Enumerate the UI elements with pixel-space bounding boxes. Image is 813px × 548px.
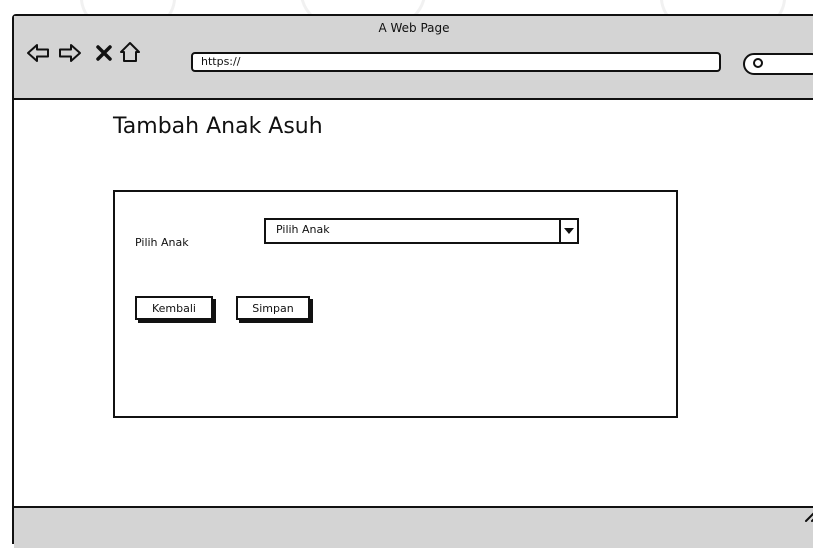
child-select-label: Pilih Anak <box>135 236 189 249</box>
search-box[interactable] <box>743 53 813 75</box>
back-arrow-icon[interactable] <box>26 42 50 64</box>
window-title: A Web Page <box>378 21 450 35</box>
browser-status-bar <box>14 506 813 548</box>
child-select[interactable]: Pilih Anak <box>264 218 579 244</box>
page-title: Tambah Anak Asuh <box>113 114 323 139</box>
close-icon[interactable] <box>92 42 116 64</box>
chevron-down-icon[interactable] <box>559 220 577 242</box>
address-bar[interactable]: https:// <box>191 52 721 72</box>
resize-grip-icon[interactable] <box>800 503 813 523</box>
browser-toolbar: A Web Page https:// <box>14 16 813 100</box>
search-icon <box>753 58 763 68</box>
back-button[interactable]: Kembali <box>135 296 213 320</box>
home-icon[interactable] <box>118 41 142 63</box>
browser-window: A Web Page https:// Tambah Anak Asuh Pil… <box>12 14 813 548</box>
forward-arrow-icon[interactable] <box>58 42 82 64</box>
child-select-value: Pilih Anak <box>276 223 330 236</box>
save-button[interactable]: Simpan <box>236 296 310 320</box>
form-panel: Pilih Anak Pilih Anak Kembali Simpan <box>113 190 678 418</box>
